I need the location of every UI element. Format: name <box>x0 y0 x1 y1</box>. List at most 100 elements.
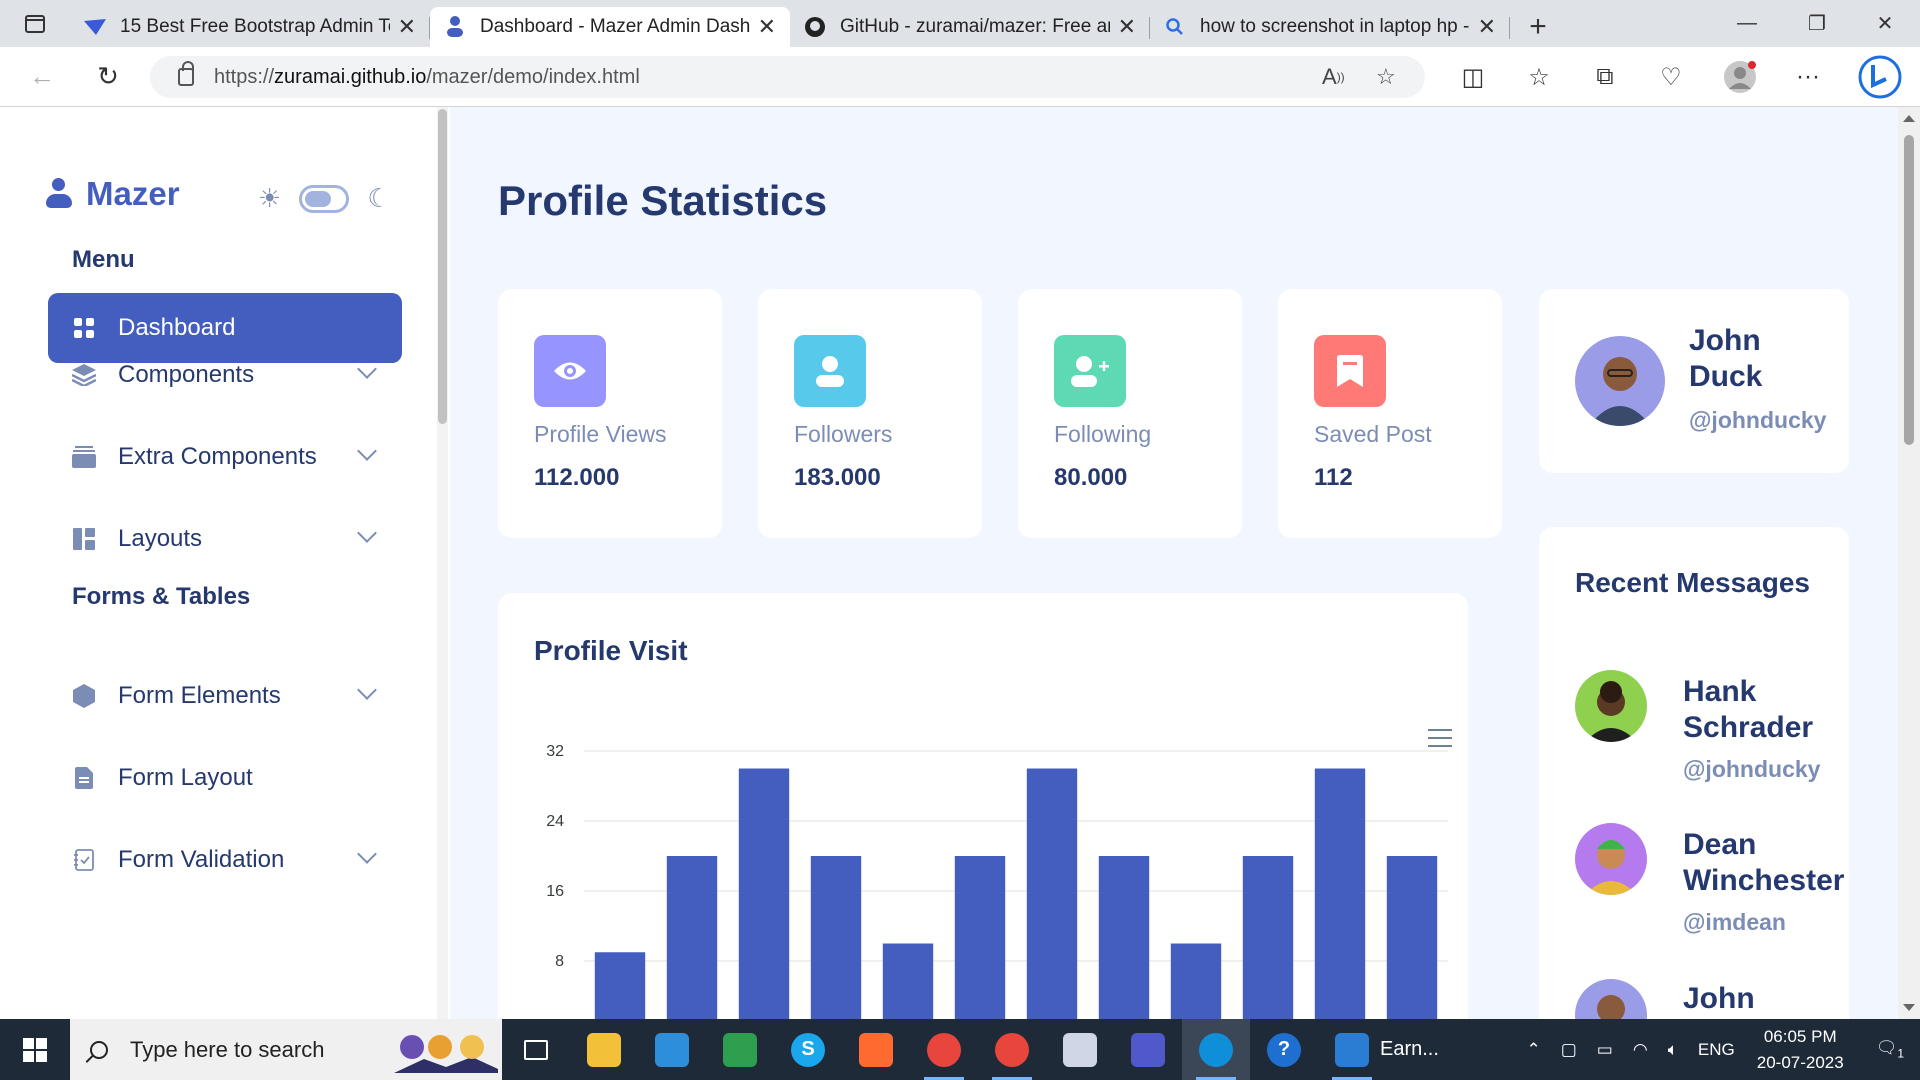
favorites-icon[interactable]: ☆ <box>1509 47 1569 107</box>
scroll-down-arrow[interactable] <box>1903 1004 1915 1011</box>
taskbar-app[interactable] <box>570 1019 638 1080</box>
taskbar-app[interactable] <box>1114 1019 1182 1080</box>
scroll-up-arrow[interactable] <box>1903 115 1915 122</box>
language-indicator[interactable]: ENG <box>1698 1040 1735 1060</box>
split-screen-icon[interactable]: ◫ <box>1443 47 1503 107</box>
page-scrollbar-thumb[interactable] <box>1904 135 1914 445</box>
avatar[interactable] <box>1575 670 1647 742</box>
message-sender-name[interactable]: Dean Winchester <box>1683 827 1849 899</box>
taskbar-app[interactable] <box>706 1019 774 1080</box>
back-button[interactable]: ← <box>12 47 72 107</box>
search-highlight-image <box>394 1035 498 1073</box>
taskbar-app[interactable] <box>638 1019 706 1080</box>
brand-logo[interactable]: Mazer <box>46 175 180 213</box>
chart-bar[interactable] <box>1026 768 1078 1020</box>
browser-tab-search[interactable]: how to screenshot in laptop hp - ✕ <box>1150 7 1510 47</box>
chart-bar[interactable] <box>1242 856 1294 1019</box>
close-window-button[interactable]: ✕ <box>1850 0 1920 47</box>
close-tab-icon[interactable]: ✕ <box>758 14 776 40</box>
start-button[interactable] <box>0 1019 70 1080</box>
taskbar-app[interactable] <box>842 1019 910 1080</box>
restore-button[interactable]: ❐ <box>1782 0 1852 47</box>
chevron-up-icon[interactable]: ⌃ <box>1526 1040 1540 1060</box>
sidebar-item-extra-components[interactable]: Extra Components <box>48 422 402 492</box>
minimize-button[interactable]: — <box>1712 0 1782 47</box>
sidebar-item-form-layout[interactable]: Form Layout <box>48 743 402 813</box>
sun-icon: ☀ <box>258 183 282 213</box>
sidebar-scrollbar[interactable] <box>437 107 448 1019</box>
url-field[interactable]: https://zuramai.github.io/mazer/demo/ind… <box>150 56 1425 98</box>
chart-bar[interactable] <box>1314 768 1366 1020</box>
sidebar-item-form-validation[interactable]: Form Validation <box>48 825 402 895</box>
chevron-down-icon <box>357 844 377 864</box>
close-tab-icon[interactable]: ✕ <box>1478 14 1496 40</box>
edge-icon <box>1199 1032 1233 1067</box>
favorite-star-icon[interactable]: ☆ <box>1376 56 1396 98</box>
taskbar-app[interactable] <box>978 1019 1046 1080</box>
close-tab-icon[interactable]: ✕ <box>398 14 416 40</box>
taskbar-app[interactable] <box>910 1019 978 1080</box>
messages-title: Recent Messages <box>1575 567 1811 598</box>
read-aloud-icon[interactable]: A)) <box>1322 56 1345 98</box>
taskbar-app[interactable] <box>1046 1019 1114 1080</box>
refresh-button[interactable]: ↻ <box>78 47 138 107</box>
avatar[interactable] <box>1575 336 1665 426</box>
notifications-icon[interactable]: 🗨︎1 <box>1876 1038 1904 1060</box>
taskbar-app[interactable]: S <box>774 1019 842 1080</box>
taskbar-app[interactable] <box>502 1019 570 1080</box>
wifi-icon[interactable]: ◠ <box>1633 1040 1648 1060</box>
page-scrollbar[interactable] <box>1898 107 1920 1019</box>
close-tab-icon[interactable]: ✕ <box>1118 14 1136 40</box>
taskbar-app[interactable] <box>1318 1019 1386 1080</box>
lock-icon[interactable] <box>178 61 194 86</box>
tab-actions-button[interactable] <box>0 0 70 47</box>
avatar[interactable] <box>1575 823 1647 895</box>
chrome-icon <box>995 1032 1029 1067</box>
chart-bar[interactable] <box>666 856 718 1019</box>
browser-tab-mazer[interactable]: Dashboard - Mazer Admin Dashb ✕ <box>430 7 790 47</box>
clock[interactable]: 06:05 PM 20-07-2023 <box>1757 1024 1844 1076</box>
chart-bar[interactable] <box>810 856 862 1019</box>
colorlib-icon <box>84 16 106 38</box>
chart-bar[interactable] <box>594 952 646 1019</box>
taskbar-app[interactable]: ? <box>1250 1019 1318 1080</box>
file-text-icon <box>72 766 96 790</box>
sidebar-item-layouts[interactable]: Layouts <box>48 504 402 574</box>
taskbar-search-placeholder: Type here to search <box>130 1036 325 1062</box>
sidebar-item-form-elements[interactable]: Form Elements <box>48 661 402 731</box>
message-sender-name[interactable]: Hank Schrader <box>1683 674 1823 746</box>
chart-bar[interactable] <box>1098 856 1150 1019</box>
system-tray: ⌃ ▢ ▭ ◠ 🔈︎ ENG 06:05 PM 20-07-2023 🗨︎1 <box>1516 1019 1920 1080</box>
browser-tab-colorlib[interactable]: 15 Best Free Bootstrap Admin Te ✕ <box>70 7 430 47</box>
chart-bar[interactable] <box>1386 856 1438 1019</box>
sidebar: Mazer ☀ ☾ Menu Dashboard Components Extr… <box>0 107 450 1019</box>
profile-avatar[interactable] <box>1710 47 1770 107</box>
clock-date: 20-07-2023 <box>1756 1052 1844 1072</box>
sidebar-scrollbar-thumb[interactable] <box>438 109 447 424</box>
speaker-icon[interactable]: 🔈︎ <box>1668 1040 1678 1060</box>
avatar[interactable] <box>1575 979 1647 1019</box>
browser-essentials-icon[interactable]: ♡ <box>1641 47 1701 107</box>
sidebar-item-components[interactable]: Components <box>48 340 402 410</box>
theme-toggle[interactable] <box>299 184 350 213</box>
new-tab-button[interactable]: + <box>1518 7 1558 47</box>
chrome-profile-k-icon <box>927 1032 961 1067</box>
page-title: Profile Statistics <box>498 177 828 224</box>
address-bar: ← ↻ https://zuramai.github.io/mazer/demo… <box>0 47 1920 107</box>
chart-bar[interactable] <box>738 768 790 1020</box>
chart-bar[interactable] <box>1170 943 1222 1020</box>
collections-icon[interactable]: ⧉ <box>1575 47 1635 107</box>
y-tick-label: 8 <box>555 953 564 970</box>
help-icon: ? <box>1267 1032 1301 1067</box>
taskbar-app[interactable] <box>1182 1019 1250 1080</box>
browser-tab-github[interactable]: GitHub - zuramai/mazer: Free an ✕ <box>790 7 1150 47</box>
bing-copilot-icon[interactable] <box>1850 47 1910 107</box>
chart-bar[interactable] <box>882 943 934 1020</box>
taskbar-search-box[interactable]: Type here to search <box>70 1019 502 1080</box>
message-sender-name[interactable]: John <box>1683 981 1823 1017</box>
battery-icon[interactable]: ▭ <box>1597 1040 1613 1060</box>
chart-bar[interactable] <box>954 856 1006 1019</box>
message-sender-handle: @johnducky <box>1683 756 1821 782</box>
more-menu-icon[interactable]: ··· <box>1778 47 1838 107</box>
meet-now-icon[interactable]: ▢ <box>1561 1040 1577 1060</box>
